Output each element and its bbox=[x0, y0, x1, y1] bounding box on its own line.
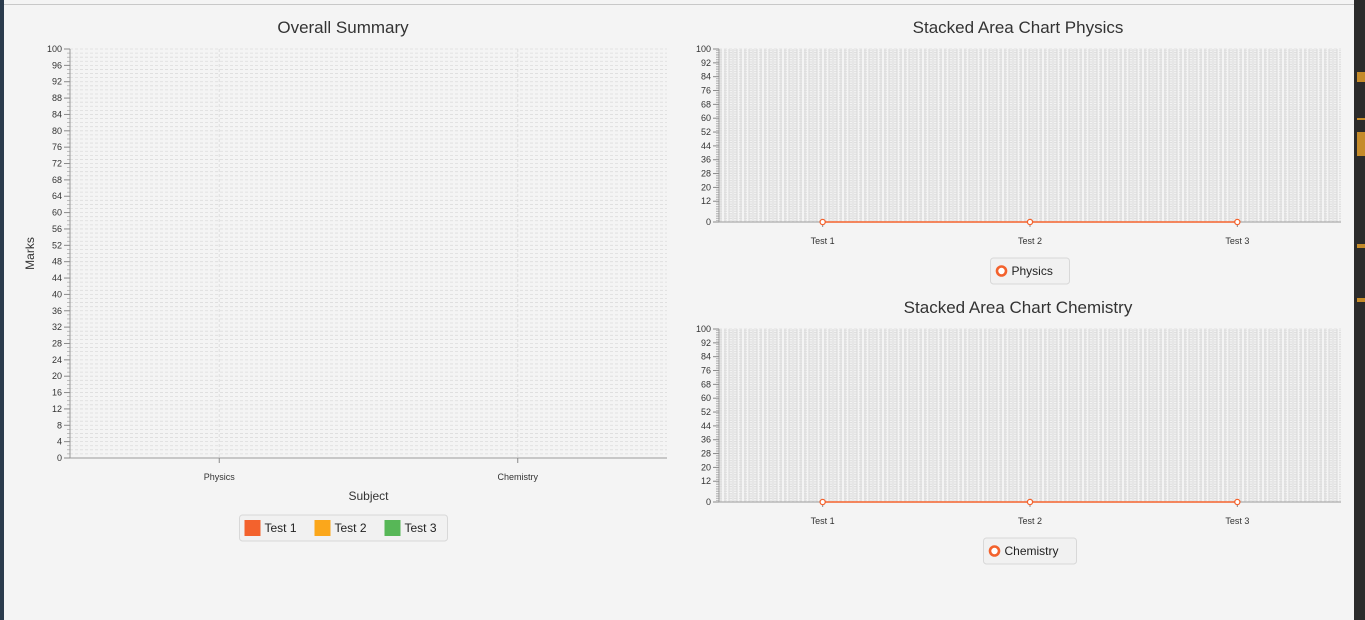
data-point bbox=[1234, 498, 1241, 506]
y-tick-label: 68 bbox=[52, 175, 62, 185]
window-border-right bbox=[1354, 0, 1365, 620]
y-tick-label: 76 bbox=[52, 142, 62, 152]
legend-label: Test 3 bbox=[405, 521, 437, 535]
y-tick-label: 52 bbox=[701, 407, 711, 417]
legend-swatch bbox=[244, 520, 261, 536]
y-tick-label: 52 bbox=[52, 240, 62, 250]
y-tick-label: 92 bbox=[52, 77, 62, 87]
y-tick-label: 76 bbox=[701, 86, 711, 96]
y-tick-label: 60 bbox=[701, 393, 711, 403]
y-tick-label: 20 bbox=[52, 371, 62, 381]
y-tick-label: 100 bbox=[696, 44, 711, 54]
y-tick-label: 20 bbox=[701, 182, 711, 192]
chart-physics: Stacked Area Chart Physics 0 12 20 28 36 44 52 6… bbox=[696, 18, 1341, 285]
legend: Physics bbox=[990, 257, 1070, 285]
y-tick-label: 60 bbox=[701, 113, 711, 123]
y-tick-label: 0 bbox=[57, 453, 62, 463]
data-point bbox=[1234, 218, 1241, 226]
y-tick-label: 92 bbox=[701, 58, 711, 68]
x-tick-label: Test 3 bbox=[1225, 236, 1249, 246]
charts-canvas: Overall Summary0481216202428323640444852… bbox=[23, 18, 1341, 565]
x-tick-label: Test 1 bbox=[811, 236, 835, 246]
y-tick-label: 100 bbox=[696, 324, 711, 334]
data-point bbox=[819, 498, 826, 506]
y-tick-label: 60 bbox=[52, 208, 62, 218]
legend-label: Chemistry bbox=[1005, 544, 1059, 558]
x-tick-label: Test 1 bbox=[811, 516, 835, 526]
y-tick-label: 28 bbox=[701, 169, 711, 179]
y-tick-label: 100 bbox=[47, 44, 62, 54]
y-tick-label: 80 bbox=[52, 126, 62, 136]
legend-label: Physics bbox=[1012, 264, 1053, 278]
chart-title: Stacked Area Chart Physics bbox=[913, 18, 1124, 37]
y-tick-label: 40 bbox=[52, 289, 62, 299]
x-tick-label: Test 3 bbox=[1225, 516, 1249, 526]
y-tick-label: 84 bbox=[701, 352, 711, 362]
legend: Test 1 Test 2 Test 3 bbox=[239, 514, 448, 542]
legend-label: Test 2 bbox=[335, 521, 367, 535]
legend: Chemistry bbox=[983, 537, 1077, 565]
y-tick-label: 20 bbox=[701, 462, 711, 472]
y-tick-label: 12 bbox=[701, 196, 711, 206]
y-tick-label: 56 bbox=[52, 224, 62, 234]
y-tick-label: 28 bbox=[52, 338, 62, 348]
y-tick-label: 32 bbox=[52, 322, 62, 332]
y-tick-label: 12 bbox=[52, 404, 62, 414]
y-tick-label: 84 bbox=[701, 72, 711, 82]
y-tick-label: 0 bbox=[706, 217, 711, 227]
y-tick-label: 44 bbox=[701, 141, 711, 151]
y-tick-label: 36 bbox=[701, 155, 711, 165]
chart-title: Stacked Area Chart Chemistry bbox=[904, 298, 1133, 317]
y-tick-label: 4 bbox=[57, 437, 62, 447]
chart-chemistry: Stacked Area Chart Chemistry 0 12 20 28 36 44 5… bbox=[696, 298, 1341, 565]
legend-swatch bbox=[384, 520, 401, 536]
legend-marker-icon bbox=[988, 545, 1001, 557]
y-tick-label: 36 bbox=[701, 435, 711, 445]
y-tick-label: 8 bbox=[57, 420, 62, 430]
y-tick-label: 48 bbox=[52, 257, 62, 267]
data-point bbox=[819, 218, 826, 226]
y-tick-label: 36 bbox=[52, 306, 62, 316]
y-tick-label: 28 bbox=[701, 449, 711, 459]
y-tick-label: 68 bbox=[701, 99, 711, 109]
y-axis-label: Marks bbox=[23, 237, 37, 270]
y-tick-label: 16 bbox=[52, 388, 62, 398]
x-tick-label: Physics bbox=[204, 472, 236, 482]
data-point bbox=[1026, 498, 1034, 506]
x-tick-label: Chemistry bbox=[497, 472, 538, 482]
y-tick-label: 96 bbox=[52, 60, 62, 70]
legend-marker-icon bbox=[995, 265, 1008, 277]
y-tick-label: 92 bbox=[701, 338, 711, 348]
x-axis-label: Subject bbox=[348, 489, 389, 503]
chart-overall: Overall Summary0481216202428323640444852… bbox=[23, 18, 667, 542]
legend-label: Test 1 bbox=[265, 521, 297, 535]
data-point bbox=[1026, 218, 1034, 226]
y-tick-label: 72 bbox=[52, 159, 62, 169]
y-tick-label: 12 bbox=[701, 476, 711, 486]
y-tick-label: 44 bbox=[52, 273, 62, 283]
y-tick-label: 84 bbox=[52, 109, 62, 119]
y-tick-label: 52 bbox=[701, 127, 711, 137]
legend-swatch bbox=[314, 520, 331, 536]
y-tick-label: 64 bbox=[52, 191, 62, 201]
x-tick-label: Test 2 bbox=[1018, 236, 1042, 246]
x-tick-label: Test 2 bbox=[1018, 516, 1042, 526]
y-tick-label: 24 bbox=[52, 355, 62, 365]
y-tick-label: 88 bbox=[52, 93, 62, 103]
y-tick-label: 68 bbox=[701, 379, 711, 389]
y-tick-label: 44 bbox=[701, 421, 711, 431]
chart-title: Overall Summary bbox=[277, 18, 409, 37]
y-tick-label: 0 bbox=[706, 497, 711, 507]
y-tick-label: 76 bbox=[701, 366, 711, 376]
